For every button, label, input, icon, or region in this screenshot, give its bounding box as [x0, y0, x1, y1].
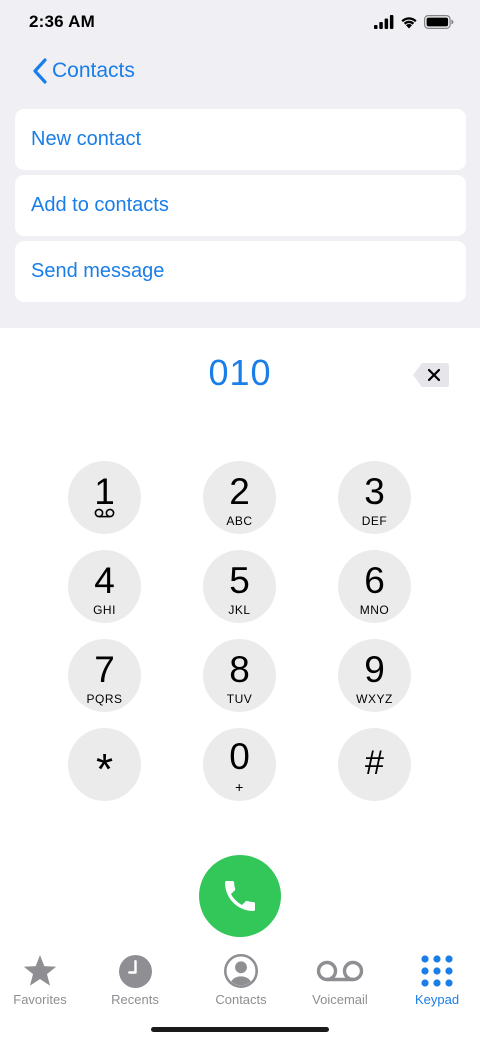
tab-recents[interactable]: Recents: [87, 944, 183, 1010]
add-to-contacts-label: Add to contacts: [31, 194, 169, 216]
key-letters: ABC: [226, 514, 253, 528]
key-letters: GHI: [93, 603, 116, 617]
tab-voicemail[interactable]: Voicemail: [292, 944, 388, 1010]
battery-icon: [424, 15, 454, 29]
key-digit: 9: [364, 649, 385, 690]
tab-label: Recents: [111, 992, 159, 1007]
tab-label: Voicemail: [312, 992, 368, 1007]
key-digit: 4: [94, 560, 115, 601]
key-7[interactable]: 7 PQRS: [68, 639, 141, 712]
tab-favorites[interactable]: Favorites: [0, 944, 88, 1010]
key-6[interactable]: 6 MNO: [338, 550, 411, 623]
keypad-grid-icon: [421, 955, 453, 987]
voicemail-icon: [316, 960, 364, 982]
delete-backspace-icon: [413, 363, 449, 387]
home-indicator: [151, 1027, 329, 1032]
tab-bar: Favorites Recents Contacts Voicemail Key…: [0, 944, 480, 1014]
key-3[interactable]: 3 DEF: [338, 461, 411, 534]
status-icons: [374, 12, 454, 32]
key-letters: MNO: [359, 603, 390, 617]
key-digit: 7: [94, 649, 115, 690]
back-label: Contacts: [52, 59, 135, 82]
send-message-label: Send message: [31, 260, 165, 282]
tab-label: Contacts: [215, 992, 267, 1007]
send-message-button[interactable]: Send message: [15, 241, 466, 302]
star-icon: [23, 955, 57, 986]
key-digit: *: [95, 745, 114, 794]
cellular-signal-icon: [374, 15, 394, 29]
clock-icon: [118, 954, 152, 988]
voicemail-icon: [94, 508, 115, 518]
status-time: 2:36 AM: [29, 12, 95, 31]
entered-number-display: 010: [208, 352, 272, 393]
key-letters: WXYZ: [356, 692, 393, 706]
key-digit: 1: [94, 471, 115, 512]
key-digit: 3: [364, 471, 385, 512]
add-to-contacts-button[interactable]: Add to contacts: [15, 175, 466, 236]
key-2[interactable]: 2 ABC: [203, 461, 276, 534]
key-digit: 6: [364, 560, 385, 601]
tab-keypad[interactable]: Keypad: [389, 944, 480, 1010]
key-1[interactable]: 1: [68, 461, 141, 534]
key-letters: DEF: [361, 514, 388, 528]
key-digit: 8: [229, 649, 250, 690]
key-digit: #: [365, 744, 384, 782]
call-button[interactable]: [199, 855, 281, 937]
status-bar: 2:36 AM: [0, 0, 480, 44]
key-8[interactable]: 8 TUV: [203, 639, 276, 712]
tab-contacts[interactable]: Contacts: [193, 944, 289, 1010]
delete-button[interactable]: [412, 362, 450, 388]
back-to-contacts-button[interactable]: Contacts: [32, 56, 135, 86]
tab-label: Favorites: [13, 992, 67, 1007]
key-digit: 5: [229, 560, 250, 601]
key-letters: JKL: [228, 603, 251, 617]
wifi-icon: [401, 17, 417, 29]
key-5[interactable]: 5 JKL: [203, 550, 276, 623]
key-4[interactable]: 4 GHI: [68, 550, 141, 623]
key-letters: TUV: [226, 692, 253, 706]
tab-label: Keypad: [414, 992, 460, 1007]
chevron-left-icon: [33, 58, 47, 84]
key-letters: +: [235, 779, 244, 795]
key-9[interactable]: 9 WXYZ: [338, 639, 411, 712]
new-contact-button[interactable]: New contact: [15, 109, 466, 170]
key-star[interactable]: *: [68, 728, 141, 801]
new-contact-label: New contact: [31, 128, 142, 150]
key-digit: 2: [229, 471, 250, 512]
person-circle-icon: [224, 954, 258, 988]
key-digit: 0: [229, 736, 250, 777]
key-0[interactable]: 0 +: [203, 728, 276, 801]
key-hash[interactable]: #: [338, 728, 411, 801]
phone-icon: [225, 881, 255, 911]
key-letters: PQRS: [86, 692, 123, 706]
